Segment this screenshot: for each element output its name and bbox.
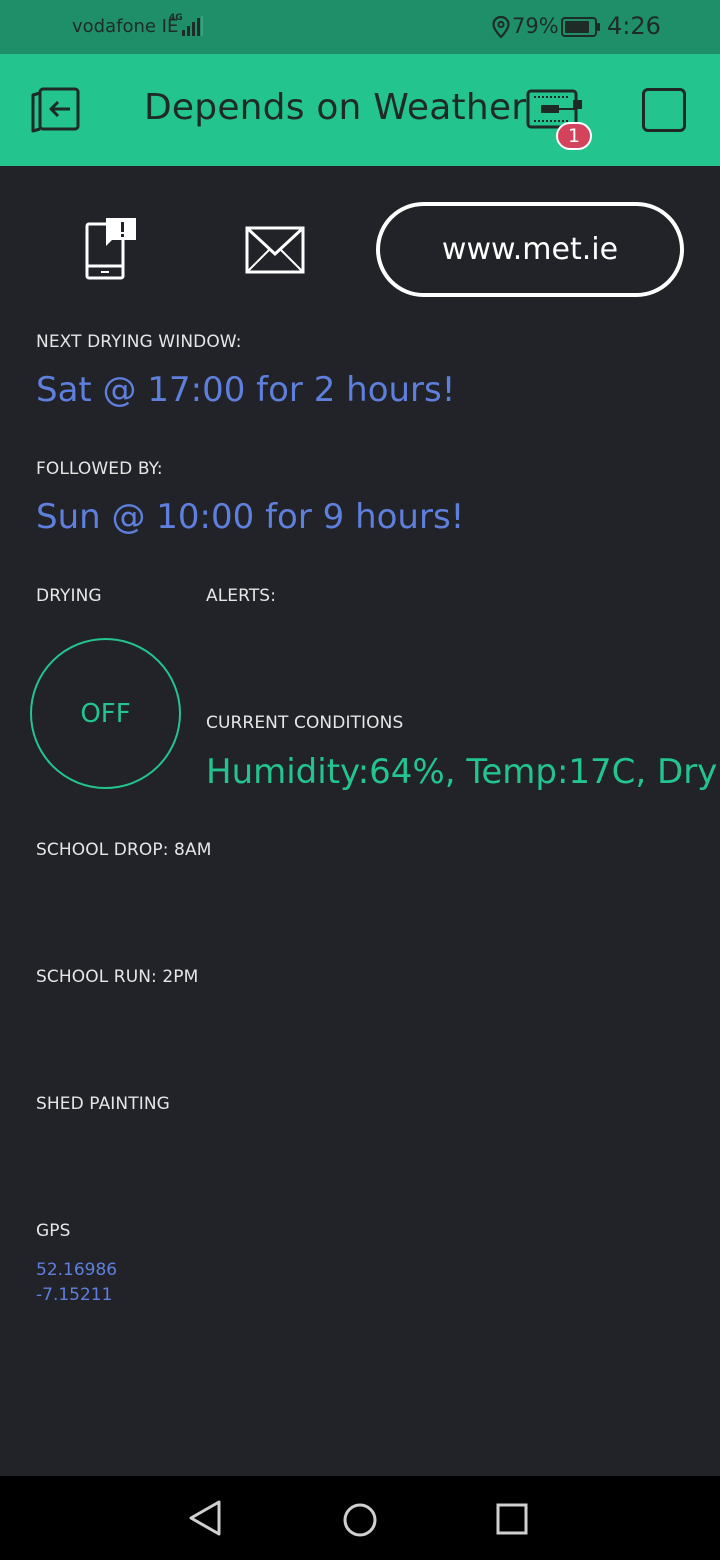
mail-icon[interactable] [245, 226, 305, 274]
network-type: 4G [169, 13, 183, 23]
drying-label: DRYING [36, 586, 102, 606]
school-run-label: SCHOOL RUN: 2PM [36, 967, 199, 987]
next-drying-label: NEXT DRYING WINDOW: [36, 332, 242, 352]
recents-icon[interactable] [496, 1503, 528, 1535]
current-conditions-value: Humidity:64%, Temp:17C, Dry [206, 752, 718, 792]
exit-icon[interactable] [30, 87, 82, 133]
location-icon [492, 16, 510, 38]
signal-icon [182, 16, 203, 36]
current-conditions-label: CURRENT CONDITIONS [206, 713, 404, 733]
home-icon[interactable] [342, 1502, 378, 1538]
stop-icon[interactable] [642, 88, 686, 132]
status-bar: vodafone IE 4G 79% 4:26 [0, 0, 720, 54]
app-header: Depends on Weather 1 [0, 54, 720, 166]
gps-label: GPS [36, 1221, 71, 1241]
system-nav-bar [0, 1476, 720, 1560]
shed-painting-label: SHED PAINTING [36, 1094, 170, 1114]
notification-icon[interactable] [82, 216, 138, 282]
gps-longitude: -7.15211 [36, 1285, 113, 1305]
device-badge: 1 [556, 122, 592, 150]
met-ie-link-button[interactable]: www.met.ie [376, 202, 684, 297]
battery-icon [561, 17, 600, 37]
page-title: Depends on Weather [144, 87, 527, 128]
school-drop-label: SCHOOL DROP: 8AM [36, 840, 212, 860]
carrier-name: vodafone IE [72, 16, 179, 37]
clock: 4:26 [607, 12, 661, 40]
drying-toggle-button[interactable]: OFF [30, 638, 181, 789]
battery-percent: 79% [512, 14, 559, 38]
back-icon[interactable] [188, 1500, 222, 1536]
followed-by-label: FOLLOWED BY: [36, 459, 163, 479]
alerts-label: ALERTS: [206, 586, 277, 606]
followed-by-value: Sun @ 10:00 for 9 hours! [36, 497, 465, 537]
next-drying-value: Sat @ 17:00 for 2 hours! [36, 370, 456, 410]
gps-latitude: 52.16986 [36, 1260, 118, 1280]
